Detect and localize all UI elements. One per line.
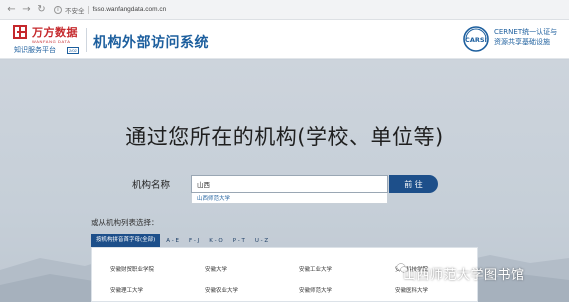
watermark-text: 山西师范大学图书馆: [403, 268, 525, 283]
site-header: 万方数据 WANFANG DATA 知识服务平台 2/02 机构外部访问系统 C…: [0, 20, 569, 59]
org-name-label: 机构名称: [132, 180, 171, 191]
brand-name: 万方数据: [32, 26, 78, 39]
org-search-input[interactable]: [191, 175, 388, 193]
header-divider: [86, 28, 87, 52]
institution-item[interactable]: 安徽理工大学: [110, 286, 143, 294]
headline: 通过您所在的机构(学校、单位等): [125, 125, 444, 149]
url-text[interactable]: fsso.wanfangdata.com.cn: [93, 6, 167, 13]
tab-a-e[interactable]: A - E: [166, 238, 179, 244]
reload-icon[interactable]: ↻: [35, 3, 48, 16]
org-list-label: 或从机构列表选择：: [91, 218, 159, 227]
brand-name-en: WANFANG DATA: [32, 39, 71, 44]
carsi-line-1: CERNET统一认证与: [494, 28, 558, 36]
browser-toolbar: ← → ↻ i 不安全 fsso.wanfangdata.com.cn: [0, 0, 569, 20]
wanfang-logo-icon[interactable]: [13, 25, 27, 39]
back-icon[interactable]: ←: [5, 3, 18, 16]
tab-p-t[interactable]: P - T: [233, 238, 245, 244]
carsi-logo-icon: CARSI: [463, 26, 489, 52]
brand-subtitle-tag: 2/02: [67, 47, 79, 54]
carsi-description: CERNET统一认证与 资源共享基础设施: [494, 27, 557, 47]
tab-f-j[interactable]: F - J: [189, 238, 199, 244]
forward-icon[interactable]: →: [20, 3, 33, 16]
institution-item[interactable]: 安徽师范大学: [299, 286, 332, 294]
carsi-logo-text: CARSI: [465, 36, 487, 44]
info-icon[interactable]: i: [54, 5, 62, 14]
institution-item[interactable]: 安徽财贸职业学院: [110, 265, 154, 273]
institution-item[interactable]: 安徽农业大学: [205, 286, 238, 294]
brand-subtitle: 知识服务平台: [14, 46, 56, 54]
institution-item[interactable]: 安徽工业大学: [299, 265, 332, 273]
address-bar[interactable]: i 不安全 fsso.wanfangdata.com.cn: [54, 3, 166, 17]
tab-all[interactable]: 按机构拼音首字母(全部): [91, 234, 161, 247]
tab-k-o[interactable]: K - O: [209, 238, 222, 244]
address-separator: [87, 5, 89, 14]
institution-item[interactable]: 安徽医科大学: [395, 286, 428, 294]
tab-u-z[interactable]: U - Z: [255, 238, 268, 244]
institution-item[interactable]: 安徽大学: [205, 265, 227, 273]
letter-tabs: 按机构拼音首字母(全部) A - E F - J K - O P - T U -…: [91, 234, 491, 247]
suggestion-item[interactable]: 山西师范大学: [197, 194, 230, 202]
suggestion-dropdown: 山西师范大学: [191, 193, 388, 204]
carsi-line-2: 资源共享基础设施: [494, 38, 550, 46]
go-button[interactable]: 前 往: [389, 175, 438, 193]
security-status: 不安全: [65, 7, 85, 15]
page-title: 机构外部访问系统: [93, 35, 209, 51]
